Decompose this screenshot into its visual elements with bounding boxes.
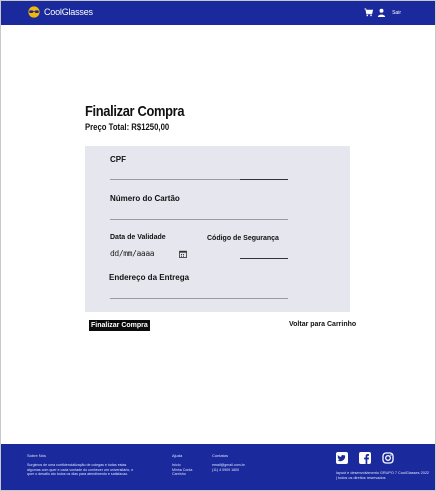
security-code-label: Código de Segurança [207,235,279,242]
cpf-label: CPF [110,155,126,164]
top-navbar: CoolGlasses Sair [1,1,435,25]
address-label: Endereço da Entrega [109,273,190,282]
logout-link[interactable]: Sair [392,10,401,16]
cpf-input[interactable] [110,179,240,180]
footer-about-text: Surgimos de uma confidencialização de co… [27,463,134,477]
card-number-input[interactable] [110,219,288,220]
footer-about-title: Sobre Nós [27,453,46,458]
page-title: Finalizar Compra [85,103,185,120]
user-icon[interactable] [377,8,386,17]
finish-purchase-button[interactable]: Finalizar Compra [89,320,150,331]
cpf-input-focus-line [240,179,288,180]
expiry-date-input[interactable]: dd/mm/aaaa [110,249,155,258]
footer-contact-title: Contatos [212,453,229,458]
twitter-icon[interactable] [336,452,348,464]
total-price: Preço Total: R$1250,00 [85,122,170,132]
footer-help-title: Ajuda [172,453,183,458]
footer-contact-phone: (11) 4 0909 1800 [212,467,240,472]
footer: Sobre Nós Surgimos de uma confidencializ… [1,444,435,490]
checkout-form: CPF Número do Cartão Data de Validade dd… [85,146,350,312]
back-to-cart-link[interactable]: Voltar para Carrinho [289,321,356,328]
calendar-icon[interactable] [179,250,187,258]
instagram-icon[interactable] [382,452,394,464]
address-input[interactable] [110,298,288,299]
brand-name: CoolGlasses [44,7,93,17]
security-code-input[interactable] [240,258,288,259]
sunglasses-logo-icon [28,6,40,18]
brand-link[interactable]: CoolGlasses [27,6,93,18]
header-actions: Sair [364,8,401,17]
footer-copyright: layout e desenvolvimento GRUPO 7 CoolGla… [336,471,430,480]
cart-icon[interactable] [364,8,374,17]
expiry-label: Data de Validade [110,234,166,241]
card-number-label: Número do Cartão [110,194,180,203]
facebook-icon[interactable] [359,452,371,464]
social-links [336,452,394,464]
footer-link-cart[interactable]: Carrinho [172,472,186,477]
